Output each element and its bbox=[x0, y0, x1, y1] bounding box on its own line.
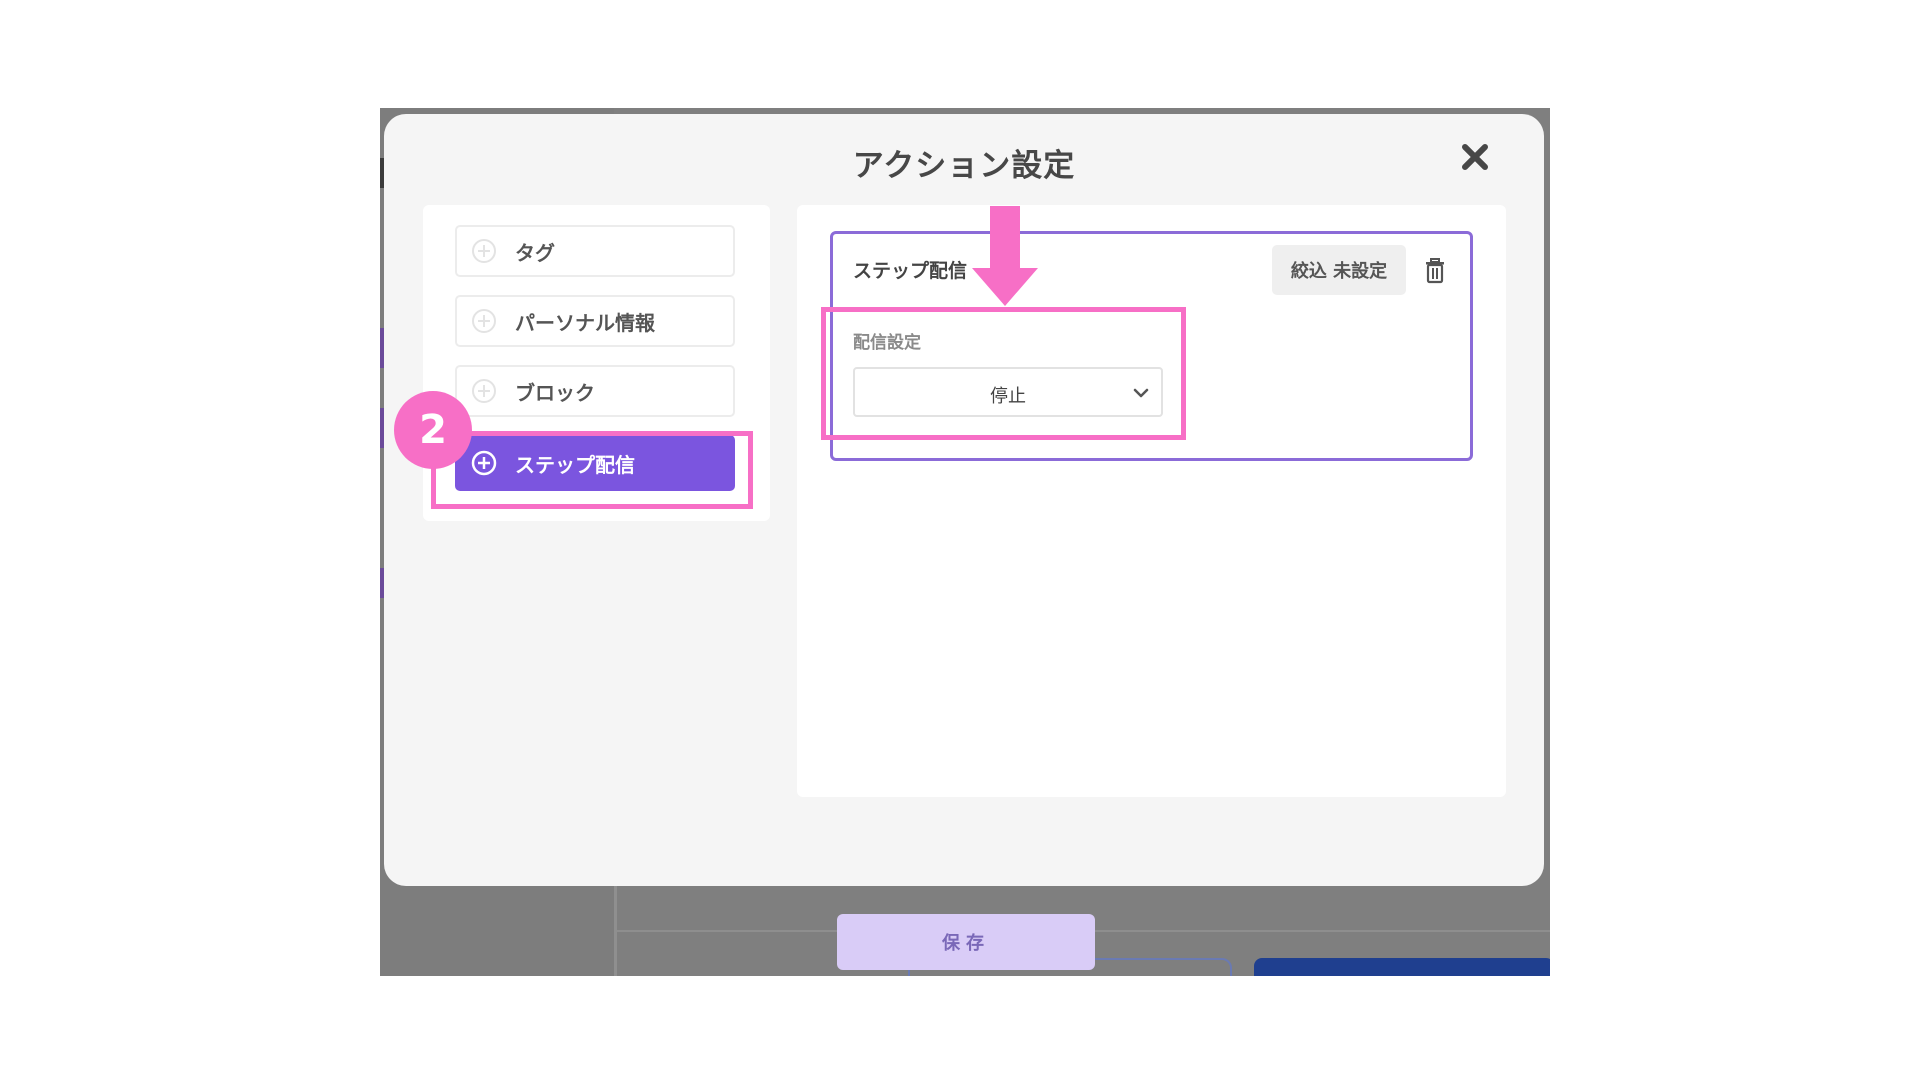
close-button[interactable] bbox=[1458, 140, 1492, 174]
delete-button[interactable] bbox=[1424, 258, 1446, 284]
plus-circle-icon bbox=[472, 309, 496, 333]
card-title: ステップ配信 bbox=[853, 260, 968, 282]
background-divider bbox=[614, 878, 617, 976]
save-button[interactable]: 保存 bbox=[837, 914, 1095, 970]
plus-circle-icon bbox=[472, 239, 496, 263]
highlight-delivery-setting bbox=[821, 307, 1186, 440]
plus-circle-icon bbox=[472, 379, 496, 403]
action-item-label: ブロック bbox=[515, 380, 595, 405]
action-item-block[interactable]: ブロック bbox=[455, 365, 735, 417]
trash-icon bbox=[1426, 258, 1444, 284]
close-icon bbox=[1462, 144, 1488, 170]
filter-button[interactable]: 絞込 未設定 bbox=[1272, 245, 1406, 295]
action-item-personal-info[interactable]: パーソナル情報 bbox=[455, 295, 735, 347]
arrow-down-icon bbox=[972, 206, 1038, 306]
background-blue-button bbox=[1254, 958, 1550, 976]
highlight-step-delivery-item bbox=[431, 431, 753, 509]
action-item-label: パーソナル情報 bbox=[515, 310, 655, 335]
step-number-badge: 2 bbox=[394, 391, 472, 469]
action-item-tag[interactable]: タグ bbox=[455, 225, 735, 277]
modal-title: アクション設定 bbox=[852, 148, 1076, 184]
action-detail-panel: ステップ配信 絞込 未設定 配信設定 停止 bbox=[797, 205, 1506, 797]
action-item-label: タグ bbox=[515, 240, 555, 265]
